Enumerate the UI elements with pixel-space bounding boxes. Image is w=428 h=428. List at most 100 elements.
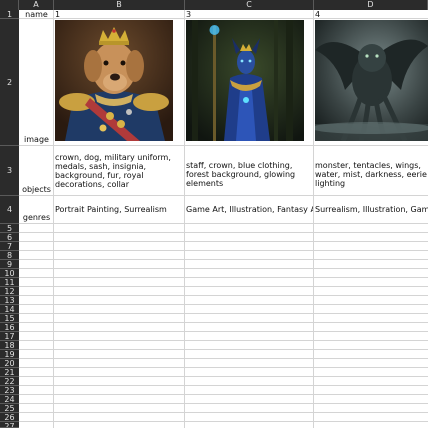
cell-c26[interactable] <box>185 413 314 422</box>
cell-b22[interactable] <box>54 377 185 386</box>
cell-d15[interactable] <box>314 314 428 323</box>
cell-c11[interactable] <box>185 278 314 287</box>
cell-c9[interactable] <box>185 260 314 269</box>
cell-d7[interactable] <box>314 242 428 251</box>
cell-a26[interactable] <box>19 413 54 422</box>
cell-b9[interactable] <box>54 260 185 269</box>
cell-b8[interactable] <box>54 251 185 260</box>
column-header-a[interactable]: A <box>19 0 54 10</box>
cell-d8[interactable] <box>314 251 428 260</box>
cell-b26[interactable] <box>54 413 185 422</box>
dog-royal-portrait-image[interactable] <box>55 20 173 141</box>
column-header-d[interactable]: D <box>314 0 428 10</box>
cell-d18[interactable] <box>314 341 428 350</box>
cell-c19[interactable] <box>185 350 314 359</box>
cell-d20[interactable] <box>314 359 428 368</box>
row-header-20[interactable]: 20 <box>0 359 19 368</box>
row-header-5[interactable]: 5 <box>0 224 19 233</box>
row-header-16[interactable]: 16 <box>0 323 19 332</box>
cell-b5[interactable] <box>54 224 185 233</box>
row-header-17[interactable]: 17 <box>0 332 19 341</box>
column-header-c[interactable]: C <box>185 0 314 10</box>
cell-b6[interactable] <box>54 233 185 242</box>
cell-b12[interactable] <box>54 287 185 296</box>
row-header-10[interactable]: 10 <box>0 269 19 278</box>
cell-d21[interactable] <box>314 368 428 377</box>
cell-c15[interactable] <box>185 314 314 323</box>
cell-c4[interactable]: Game Art, Illustration, Fantasy Art <box>185 196 314 224</box>
cell-a11[interactable] <box>19 278 54 287</box>
cell-a12[interactable] <box>19 287 54 296</box>
cell-c13[interactable] <box>185 296 314 305</box>
cell-d23[interactable] <box>314 386 428 395</box>
cell-b10[interactable] <box>54 269 185 278</box>
cell-b17[interactable] <box>54 332 185 341</box>
cell-a23[interactable] <box>19 386 54 395</box>
cell-d12[interactable] <box>314 287 428 296</box>
row-header-4[interactable]: 4 <box>0 196 19 224</box>
cell-b15[interactable] <box>54 314 185 323</box>
row-header-21[interactable]: 21 <box>0 368 19 377</box>
cell-a20[interactable] <box>19 359 54 368</box>
cell-c10[interactable] <box>185 269 314 278</box>
cell-a7[interactable] <box>19 242 54 251</box>
cell-a6[interactable] <box>19 233 54 242</box>
cell-b25[interactable] <box>54 404 185 413</box>
cell-c12[interactable] <box>185 287 314 296</box>
cell-d19[interactable] <box>314 350 428 359</box>
cell-a13[interactable] <box>19 296 54 305</box>
cell-c23[interactable] <box>185 386 314 395</box>
cell-a9[interactable] <box>19 260 54 269</box>
cell-d27[interactable] <box>314 422 428 428</box>
cell-b4[interactable]: Portrait Painting, Surrealism <box>54 196 185 224</box>
cell-c21[interactable] <box>185 368 314 377</box>
cell-a8[interactable] <box>19 251 54 260</box>
cell-b23[interactable] <box>54 386 185 395</box>
cell-a10[interactable] <box>19 269 54 278</box>
tentacle-monster-image[interactable] <box>315 20 428 141</box>
cell-c3[interactable]: staff, crown, blue clothing, forest back… <box>185 146 314 196</box>
cell-d4[interactable]: Surrealism, Illustration, Game Art <box>314 196 428 224</box>
cell-d14[interactable] <box>314 305 428 314</box>
cell-d10[interactable] <box>314 269 428 278</box>
row-header-6[interactable]: 6 <box>0 233 19 242</box>
cell-c16[interactable] <box>185 323 314 332</box>
row-header-13[interactable]: 13 <box>0 296 19 305</box>
row-header-11[interactable]: 11 <box>0 278 19 287</box>
cell-b1[interactable]: 1 <box>54 10 185 19</box>
cell-c6[interactable] <box>185 233 314 242</box>
cell-a4[interactable]: genres <box>19 196 54 224</box>
row-header-1[interactable]: 1 <box>0 10 19 19</box>
row-header-7[interactable]: 7 <box>0 242 19 251</box>
cell-b14[interactable] <box>54 305 185 314</box>
cell-b21[interactable] <box>54 368 185 377</box>
cell-a15[interactable] <box>19 314 54 323</box>
cell-c27[interactable] <box>185 422 314 428</box>
cell-a1[interactable]: name <box>19 10 54 19</box>
row-header-2[interactable]: 2 <box>0 19 19 146</box>
cell-b24[interactable] <box>54 395 185 404</box>
row-header-22[interactable]: 22 <box>0 377 19 386</box>
cell-c18[interactable] <box>185 341 314 350</box>
cell-b16[interactable] <box>54 323 185 332</box>
cell-c7[interactable] <box>185 242 314 251</box>
row-header-24[interactable]: 24 <box>0 395 19 404</box>
cell-d24[interactable] <box>314 395 428 404</box>
cell-c17[interactable] <box>185 332 314 341</box>
cell-c14[interactable] <box>185 305 314 314</box>
blue-warrior-queen-image[interactable] <box>186 20 304 141</box>
cell-b7[interactable] <box>54 242 185 251</box>
cell-d17[interactable] <box>314 332 428 341</box>
cell-d3[interactable]: monster, tentacles, wings, water, mist, … <box>314 146 428 196</box>
row-header-8[interactable]: 8 <box>0 251 19 260</box>
cell-c24[interactable] <box>185 395 314 404</box>
cell-d11[interactable] <box>314 278 428 287</box>
cell-d25[interactable] <box>314 404 428 413</box>
cell-d9[interactable] <box>314 260 428 269</box>
cell-b18[interactable] <box>54 341 185 350</box>
row-header-3[interactable]: 3 <box>0 146 19 196</box>
row-header-19[interactable]: 19 <box>0 350 19 359</box>
row-header-15[interactable]: 15 <box>0 314 19 323</box>
row-header-23[interactable]: 23 <box>0 386 19 395</box>
cell-c25[interactable] <box>185 404 314 413</box>
